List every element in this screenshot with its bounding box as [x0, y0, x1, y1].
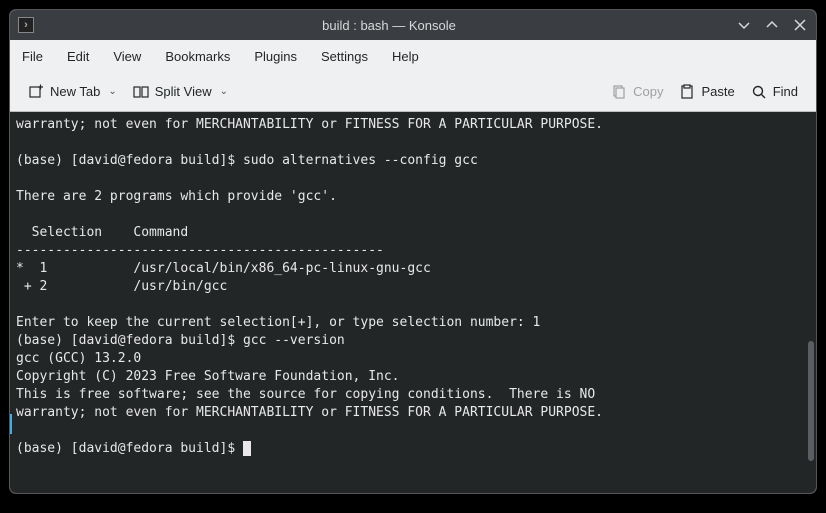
terminal-area[interactable]: warranty; not even for MERCHANTABILITY o…	[10, 112, 816, 493]
chevron-down-icon: ⌄	[108, 86, 116, 97]
konsole-window: build : bash — Konsole File Edit View Bo…	[10, 10, 816, 493]
titlebar[interactable]: build : bash — Konsole	[10, 10, 816, 40]
chevron-down-icon: ⌄	[220, 86, 228, 97]
terminal-line	[16, 134, 810, 152]
terminal-line: (base) [david@fedora build]$ sudo altern…	[16, 152, 810, 170]
menu-edit[interactable]: Edit	[67, 49, 89, 64]
split-view-label: Split View	[155, 84, 212, 99]
paste-label: Paste	[701, 84, 734, 99]
search-icon	[751, 84, 767, 100]
paste-button[interactable]: Paste	[671, 80, 742, 104]
terminal-line	[16, 170, 810, 188]
terminal-line: ----------------------------------------…	[16, 242, 810, 260]
copy-icon	[611, 84, 627, 100]
window-controls	[736, 17, 808, 33]
scrollbar[interactable]	[808, 341, 814, 461]
selection-marker	[10, 414, 12, 434]
toolbar: New Tab ⌄ Split View ⌄ Copy Paste	[10, 72, 816, 112]
menu-bookmarks[interactable]: Bookmarks	[165, 49, 230, 64]
copy-label: Copy	[633, 84, 663, 99]
menu-plugins[interactable]: Plugins	[254, 49, 297, 64]
find-label: Find	[773, 84, 798, 99]
new-tab-button[interactable]: New Tab ⌄	[20, 80, 125, 104]
terminal-line: Copyright (C) 2023 Free Software Foundat…	[16, 368, 810, 386]
copy-button: Copy	[603, 80, 671, 104]
new-tab-label: New Tab	[50, 84, 100, 99]
terminal-line: Selection Command	[16, 224, 810, 242]
terminal-line: gcc (GCC) 13.2.0	[16, 350, 810, 368]
terminal-line: * 1 /usr/local/bin/x86_64-pc-linux-gnu-g…	[16, 260, 810, 278]
menu-view[interactable]: View	[113, 49, 141, 64]
menu-file[interactable]: File	[22, 49, 43, 64]
new-tab-icon	[28, 84, 44, 100]
maximize-button[interactable]	[764, 17, 780, 33]
find-button[interactable]: Find	[743, 80, 806, 104]
menubar: File Edit View Bookmarks Plugins Setting…	[10, 40, 816, 72]
close-button[interactable]	[792, 17, 808, 33]
menu-help[interactable]: Help	[392, 49, 419, 64]
paste-icon	[679, 84, 695, 100]
terminal-line: (base) [david@fedora build]$ gcc --versi…	[16, 332, 810, 350]
terminal-line: warranty; not even for MERCHANTABILITY o…	[16, 116, 810, 134]
terminal-line: warranty; not even for MERCHANTABILITY o…	[16, 404, 810, 422]
app-icon	[18, 17, 34, 33]
terminal-line	[16, 296, 810, 314]
split-view-button[interactable]: Split View ⌄	[125, 80, 236, 104]
window-title: build : bash — Konsole	[42, 18, 736, 33]
terminal-line: + 2 /usr/bin/gcc	[16, 278, 810, 296]
terminal-line	[16, 422, 810, 440]
terminal-line: (base) [david@fedora build]$	[16, 440, 810, 458]
terminal-cursor	[243, 441, 251, 456]
minimize-button[interactable]	[736, 17, 752, 33]
terminal-line: Enter to keep the current selection[+], …	[16, 314, 810, 332]
terminal-line	[16, 206, 810, 224]
menu-settings[interactable]: Settings	[321, 49, 368, 64]
split-view-icon	[133, 84, 149, 100]
terminal-line: This is free software; see the source fo…	[16, 386, 810, 404]
terminal-line: There are 2 programs which provide 'gcc'…	[16, 188, 810, 206]
